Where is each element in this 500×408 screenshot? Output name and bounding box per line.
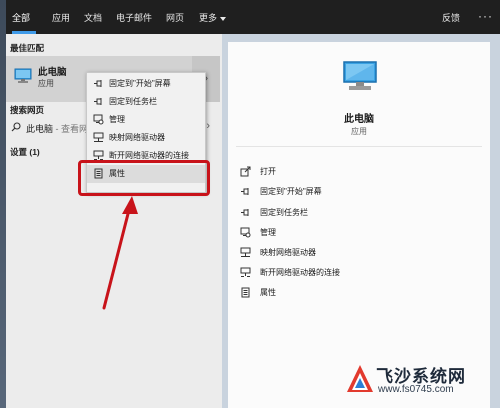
properties-icon: [240, 287, 251, 298]
action-label: 映射网络驱动器: [260, 248, 316, 257]
action-label: 属性: [260, 288, 276, 297]
disconnect-drive-icon: [240, 267, 251, 278]
action-label: 断开网络驱动器的连接: [260, 268, 340, 277]
web-result-query: 此电脑: [26, 124, 54, 134]
details-subtitle: 应用: [351, 127, 367, 136]
tab-web[interactable]: 网页: [166, 12, 184, 24]
search-web-heading: 搜索网页: [10, 105, 45, 115]
menu-item-pin-taskbar[interactable]: 固定到任务栏: [87, 93, 205, 110]
search-filter-bar: 全部 应用 文档 电子邮件 网页 更多 反馈 ···: [6, 0, 500, 34]
manage-icon: [93, 114, 104, 125]
action-label: 管理: [260, 228, 276, 237]
tab-more[interactable]: 更多: [199, 12, 227, 24]
action-label: 固定到任务栏: [260, 208, 308, 217]
pin-icon: [93, 96, 104, 107]
chevron-down-icon: [220, 16, 227, 21]
best-match-heading: 最佳匹配: [10, 43, 45, 53]
highlight-annotation-box: [78, 160, 210, 196]
pin-icon: [240, 207, 251, 218]
web-result-suffix: - 查看网: [53, 124, 89, 134]
tab-documents[interactable]: 文档: [84, 12, 102, 24]
action-label: 打开: [260, 167, 276, 176]
tab-all[interactable]: 全部: [12, 12, 30, 24]
pin-icon: [93, 78, 104, 89]
more-options-icon[interactable]: ···: [478, 9, 493, 23]
web-result-text: 此电脑 - 查看网: [26, 122, 88, 135]
computer-icon: [342, 60, 378, 94]
menu-item-label: 映射网络驱动器: [109, 133, 165, 142]
network-drive-icon: [240, 247, 251, 258]
pin-icon: [240, 186, 251, 197]
settings-heading[interactable]: 设置 (1): [10, 146, 40, 158]
watermark-logo-icon: [346, 364, 374, 394]
details-title: 此电脑: [344, 114, 374, 125]
tab-apps[interactable]: 应用: [52, 12, 70, 24]
search-icon: [11, 122, 21, 132]
chevron-right-icon[interactable]: ›: [206, 120, 210, 132]
watermark-url: www.fs0745.com: [378, 384, 454, 395]
manage-icon: [240, 227, 251, 238]
open-icon: [240, 166, 251, 177]
tab-email[interactable]: 电子邮件: [116, 12, 152, 24]
tab-more-label: 更多: [199, 13, 218, 23]
best-match-subtitle: 应用: [38, 79, 54, 88]
details-pane: 此电脑 应用 打开 固定到"开始"屏幕 固定到任务栏 管理 映射网络驱动器 断开…: [228, 42, 490, 408]
computer-icon: [14, 67, 32, 85]
menu-item-manage[interactable]: 管理: [87, 111, 205, 128]
menu-item-pin-start[interactable]: 固定到"开始"屏幕: [87, 75, 205, 92]
best-match-title: 此电脑: [38, 67, 67, 78]
menu-item-map-drive[interactable]: 映射网络驱动器: [87, 129, 205, 146]
network-drive-icon: [93, 132, 104, 143]
menu-item-label: 管理: [109, 115, 125, 124]
feedback-button[interactable]: 反馈: [442, 12, 460, 24]
divider: [236, 146, 482, 147]
site-watermark: 飞沙系统网 www.fs0745.com: [344, 358, 500, 408]
action-label: 固定到"开始"屏幕: [260, 187, 322, 196]
menu-item-label: 固定到任务栏: [109, 97, 157, 106]
annotation-arrow: [102, 196, 138, 310]
menu-item-label: 固定到"开始"屏幕: [109, 79, 171, 88]
